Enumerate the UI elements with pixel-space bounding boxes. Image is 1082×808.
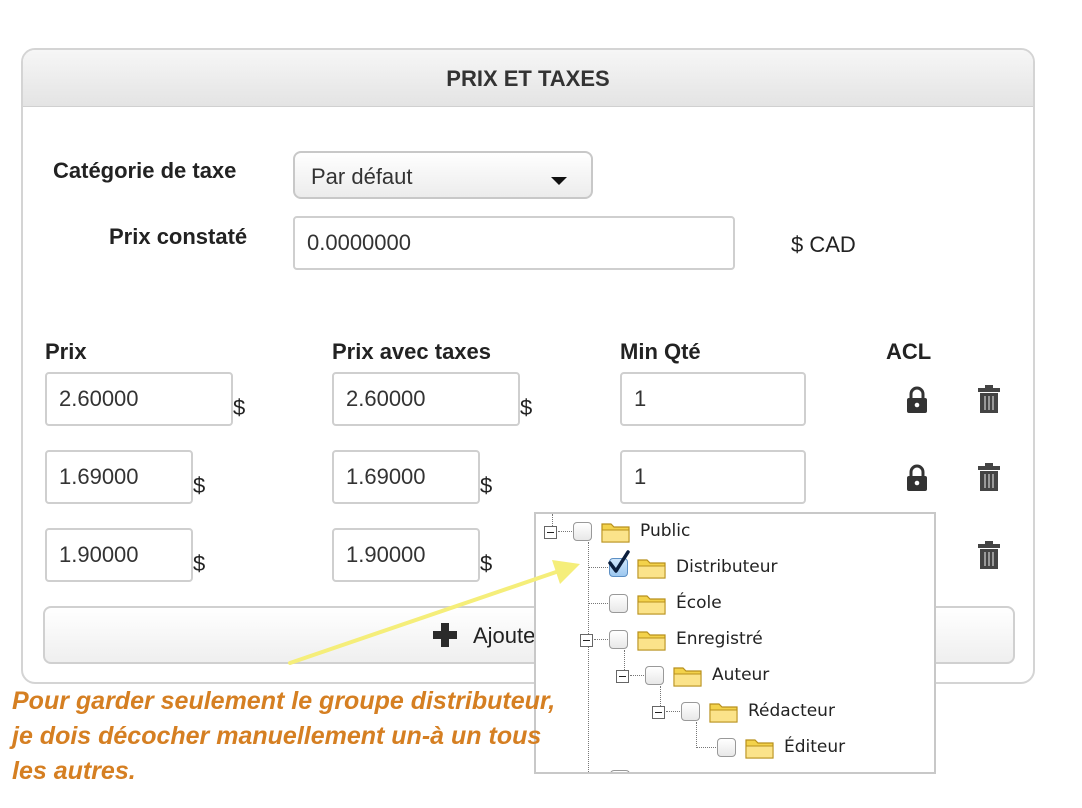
column-price: Prix (45, 339, 87, 364)
annotation-line-3: les autres. (12, 757, 136, 785)
collapse-icon[interactable] (652, 706, 665, 719)
list-price-label: Prix constaté (109, 224, 248, 249)
lock-icon[interactable] (904, 464, 930, 492)
price-input-3[interactable]: 1.90000 (45, 528, 193, 582)
price-tax-input-1[interactable]: 2.60000 (332, 372, 520, 426)
min-qty-input-2[interactable]: 1 (620, 450, 806, 504)
panel-title: PRIX ET TAXES (23, 50, 1033, 107)
folder-icon (601, 523, 630, 543)
tree-label-ecole: École (676, 593, 722, 613)
checkbox-editeur[interactable] (717, 738, 736, 757)
price-input-1[interactable]: 2.60000 (45, 372, 233, 426)
tax-category-label: Catégorie de taxe (53, 158, 237, 183)
tax-category-value: Par défaut (311, 164, 413, 189)
trash-icon[interactable] (977, 384, 1001, 414)
checkbox-auteur[interactable] (645, 666, 664, 685)
folder-icon (709, 703, 738, 723)
price-currency-3: $ (193, 551, 206, 576)
tree-label-public: Public (640, 521, 691, 541)
annotation-line-1: Pour garder seulement le groupe distribu… (12, 687, 556, 715)
checkbox-ecole[interactable] (609, 594, 628, 613)
tree-label-enregistre: Enregistré (676, 629, 763, 649)
list-price-currency: $ CAD (791, 232, 856, 257)
checkbox-public[interactable] (573, 522, 592, 541)
annotation-note: Pour garder seulement le groupe distribu… (12, 684, 652, 789)
min-qty-input-1[interactable]: 1 (620, 372, 806, 426)
folder-icon (637, 559, 666, 579)
tree-label-editeur: Éditeur (784, 737, 846, 757)
annotation-arrow (288, 560, 580, 665)
column-acl: ACL (886, 339, 932, 364)
price-tax-currency-2: $ (480, 473, 493, 498)
collapse-icon[interactable] (544, 526, 557, 539)
checkbox-enregistre[interactable] (609, 630, 628, 649)
price-input-2[interactable]: 1.69000 (45, 450, 193, 504)
folder-icon (637, 631, 666, 651)
annotation-line-2: je dois décocher manuellement un-à un to… (12, 722, 542, 750)
lock-icon[interactable] (904, 386, 930, 414)
tree-label-redacteur: Rédacteur (748, 701, 835, 721)
trash-icon[interactable] (977, 540, 1001, 570)
price-tax-input-2[interactable]: 1.69000 (332, 450, 480, 504)
price-currency-2: $ (193, 473, 206, 498)
checkmark-icon (608, 550, 630, 573)
tree-node-public[interactable]: Public (536, 520, 934, 544)
trash-icon[interactable] (977, 462, 1001, 492)
column-price-with-tax: Prix avec taxes (332, 339, 492, 364)
folder-icon (637, 595, 666, 615)
list-price-input[interactable]: 0.0000000 (293, 216, 735, 270)
tax-category-select[interactable]: Par défaut (293, 151, 593, 199)
column-min-qty: Min Qté (620, 339, 701, 364)
tree-label-auteur: Auteur (712, 665, 770, 685)
checkbox-redacteur[interactable] (681, 702, 700, 721)
tree-label-distributeur: Distributeur (676, 557, 778, 577)
folder-icon (673, 667, 702, 687)
folder-icon (745, 739, 774, 759)
price-currency-1: $ (233, 395, 246, 420)
price-tax-currency-1: $ (520, 395, 533, 420)
collapse-icon[interactable] (616, 670, 629, 683)
chevron-down-icon (551, 177, 567, 185)
